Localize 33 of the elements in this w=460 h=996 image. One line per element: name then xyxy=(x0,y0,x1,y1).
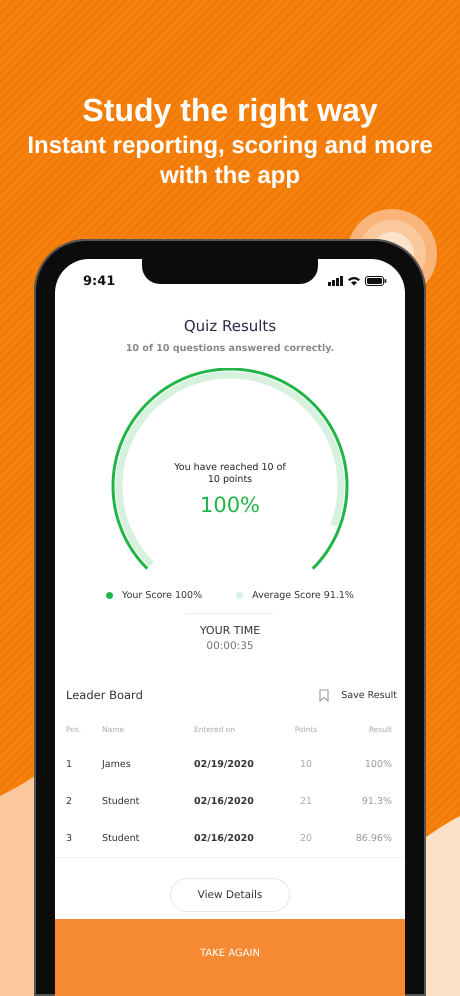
table-cell-text: 02/16/2020 xyxy=(194,796,255,807)
wifi-icon xyxy=(347,276,361,286)
table-cell-text: James xyxy=(102,759,132,770)
table-cell-text: Student xyxy=(102,833,140,844)
result-summary: 10 of 10 questions answered correctly. xyxy=(124,343,336,354)
table-cell-text: Student xyxy=(102,796,140,807)
subheadline: Instant reporting, scoring and more with the app xyxy=(26,131,434,191)
table-cell-text: 86.96% xyxy=(354,833,392,844)
table-cell-text: 02/16/2020 xyxy=(194,833,255,844)
view-details-button[interactable]: View Details xyxy=(170,878,290,912)
table-cell-text: 21 xyxy=(298,796,314,807)
bookmark-icon xyxy=(319,688,330,702)
time-value: 00:00:35 xyxy=(205,640,255,652)
screen-title: Quiz Results xyxy=(182,317,278,335)
time-label: YOUR TIME xyxy=(198,624,262,637)
battery-icon xyxy=(365,276,387,286)
table-cell-text: 2 xyxy=(66,796,74,807)
table-cell-text: 10 xyxy=(298,759,314,770)
save-result-button[interactable]: Save Result xyxy=(319,688,397,702)
table-cell-text: 20 xyxy=(298,833,314,844)
status-time: 9:41 xyxy=(83,274,116,288)
table-cell-text: 3 xyxy=(66,833,74,844)
score-percent: 100% xyxy=(200,492,260,517)
leaderboard-title: Leader Board xyxy=(66,688,143,702)
legend-label: Average Score 91.1% xyxy=(252,590,354,601)
signal-icon xyxy=(328,276,343,286)
table-cell-text: 91.3% xyxy=(360,796,392,807)
table-cell-text: 100% xyxy=(364,759,392,770)
gauge-caption: You have reached 10 of 10 points xyxy=(173,462,287,487)
headline: Study the right way xyxy=(82,92,378,129)
table-cell-text: 02/19/2020 xyxy=(194,759,255,770)
legend-label: Your Score 100% xyxy=(122,590,202,601)
table-cell-text: 1 xyxy=(66,759,74,770)
